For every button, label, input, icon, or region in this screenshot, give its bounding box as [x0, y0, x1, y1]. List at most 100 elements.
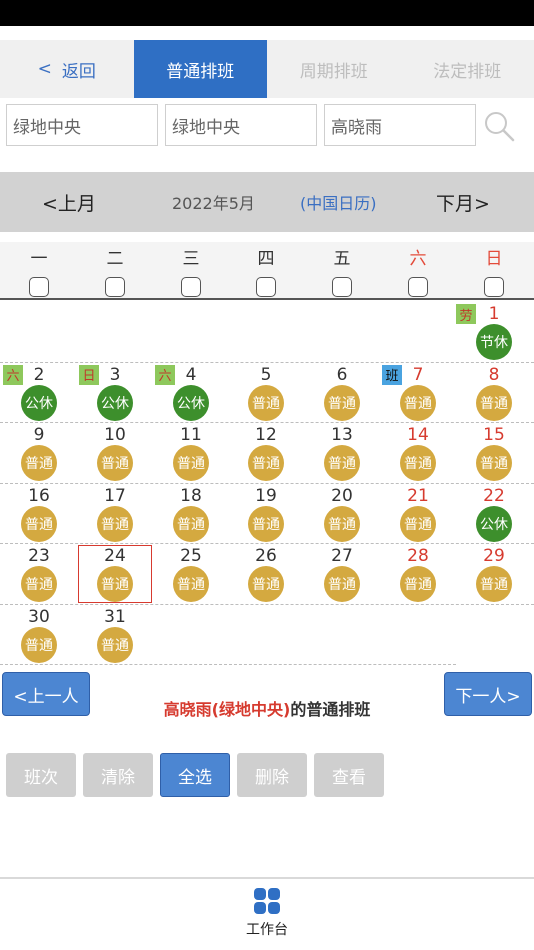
- calendar-day[interactable]: 1 劳节休: [456, 302, 532, 362]
- shift-badge[interactable]: 普通: [173, 566, 209, 602]
- calendar-day[interactable]: 8 普通: [456, 363, 532, 423]
- day-number: 31: [104, 606, 126, 627]
- weekday-checkbox[interactable]: [332, 277, 352, 297]
- shift-badge[interactable]: 普通: [21, 505, 57, 542]
- shift-badge[interactable]: 普通: [400, 505, 436, 542]
- calendar-day[interactable]: 21 普通: [380, 484, 456, 544]
- calendar-day[interactable]: 17 普通: [77, 484, 153, 544]
- day-tag: 六: [3, 364, 23, 385]
- workbench-tab-label[interactable]: 工作台: [0, 919, 534, 939]
- day-number: 10: [104, 425, 126, 445]
- weekday-checkbox[interactable]: [408, 277, 428, 297]
- tab-normal-schedule[interactable]: 普通排班: [133, 40, 267, 98]
- shift-badge[interactable]: 普通: [248, 445, 284, 481]
- calendar-day[interactable]: 15 普通: [456, 423, 532, 483]
- day-tag: 劳: [456, 304, 476, 324]
- clear-button[interactable]: 清除: [83, 753, 153, 797]
- project-select[interactable]: 绿地中央: [6, 104, 158, 146]
- calendar-grid: 1 劳节休 2 六公休 3 日公休 4 六公休 5 普通 6 普通 7 班普通 8 普通 9 普通 10 普通 11 普通…: [0, 302, 534, 665]
- calendar-day[interactable]: 19 普通: [228, 484, 304, 544]
- shift-badge[interactable]: 普通: [21, 626, 57, 663]
- shift-button[interactable]: 班次: [6, 753, 76, 797]
- shift-badge[interactable]: 普通: [324, 445, 360, 481]
- calendar-day[interactable]: 5 普通: [228, 363, 304, 423]
- shift-badge[interactable]: 普通: [400, 384, 436, 421]
- calendar-day[interactable]: 23 普通: [1, 544, 77, 604]
- calendar-day[interactable]: 4 六公休: [153, 363, 229, 423]
- back-button[interactable]: < 返回: [0, 40, 134, 98]
- tab-cycle-schedule[interactable]: 周期排班: [267, 40, 401, 98]
- calendar-type-link[interactable]: (中国日历): [300, 190, 377, 214]
- delete-button[interactable]: 删除: [237, 753, 307, 797]
- weekday-checkbox[interactable]: [29, 277, 49, 297]
- shift-badge[interactable]: 普通: [248, 505, 284, 542]
- shift-badge[interactable]: 普通: [400, 566, 436, 602]
- shift-badge[interactable]: 节休: [476, 324, 512, 360]
- shift-badge[interactable]: 普通: [476, 566, 512, 602]
- calendar-day[interactable]: 3 日公休: [77, 363, 153, 423]
- calendar-day[interactable]: 22 公休: [456, 484, 532, 544]
- grid-apps-icon[interactable]: [253, 887, 281, 915]
- weekday-checkbox[interactable]: [484, 277, 504, 297]
- shift-badge[interactable]: 普通: [248, 566, 284, 602]
- calendar-day[interactable]: 25 普通: [153, 544, 229, 604]
- shift-badge[interactable]: 普通: [21, 445, 57, 481]
- day-tag: 日: [79, 364, 99, 385]
- shift-badge[interactable]: 公休: [173, 384, 209, 421]
- calendar-day[interactable]: 30 普通: [1, 605, 77, 665]
- shift-badge[interactable]: 普通: [324, 566, 360, 602]
- prev-month-button[interactable]: <上月: [42, 189, 96, 216]
- person-select[interactable]: 高晓雨: [324, 104, 476, 146]
- chevron-left-icon: <: [37, 59, 52, 79]
- day-number: 22: [483, 485, 505, 506]
- day-number: 12: [255, 425, 277, 445]
- calendar-day[interactable]: 27 普通: [304, 544, 380, 604]
- shift-badge[interactable]: 普通: [173, 505, 209, 542]
- view-button[interactable]: 查看: [314, 753, 384, 797]
- calendar-day[interactable]: 29 普通: [456, 544, 532, 604]
- calendar-day[interactable]: 12 普通: [228, 423, 304, 483]
- calendar-day[interactable]: 26 普通: [228, 544, 304, 604]
- shift-badge[interactable]: 公休: [476, 505, 512, 542]
- weekday-checkbox[interactable]: [256, 277, 276, 297]
- day-number: 27: [331, 546, 353, 566]
- next-person-button[interactable]: 下一人>: [444, 672, 532, 716]
- calendar-day[interactable]: 9 普通: [1, 423, 77, 483]
- calendar-day[interactable]: 20 普通: [304, 484, 380, 544]
- calendar-day[interactable]: 13 普通: [304, 423, 380, 483]
- shift-badge[interactable]: 普通: [476, 384, 512, 421]
- shift-badge[interactable]: 普通: [97, 505, 133, 542]
- calendar-day[interactable]: 31 普通: [77, 605, 153, 665]
- shift-badge[interactable]: 普通: [21, 566, 57, 602]
- weekday-checkbox[interactable]: [105, 277, 125, 297]
- site-select[interactable]: 绿地中央: [165, 104, 317, 146]
- calendar-day[interactable]: 7 班普通: [380, 363, 456, 423]
- calendar-day[interactable]: 18 普通: [153, 484, 229, 544]
- shift-badge[interactable]: 普通: [97, 445, 133, 481]
- calendar-day[interactable]: 24 普通: [77, 544, 153, 604]
- shift-badge[interactable]: 公休: [97, 384, 133, 421]
- shift-badge[interactable]: 普通: [97, 566, 133, 602]
- day-number: 15: [483, 425, 505, 445]
- shift-badge[interactable]: 普通: [324, 505, 360, 542]
- shift-badge[interactable]: 普通: [97, 626, 133, 663]
- weekday-checkbox[interactable]: [181, 277, 201, 297]
- day-number: 8: [488, 364, 500, 385]
- calendar-day[interactable]: 16 普通: [1, 484, 77, 544]
- calendar-day[interactable]: 11 普通: [153, 423, 229, 483]
- calendar-day[interactable]: 14 普通: [380, 423, 456, 483]
- shift-badge[interactable]: 公休: [21, 384, 57, 421]
- shift-badge[interactable]: 普通: [324, 384, 360, 421]
- calendar-day[interactable]: 6 普通: [304, 363, 380, 423]
- search-icon[interactable]: [483, 110, 515, 142]
- calendar-day[interactable]: 2 六公休: [1, 363, 77, 423]
- tab-legal-schedule[interactable]: 法定排班: [401, 40, 534, 98]
- shift-badge[interactable]: 普通: [248, 384, 284, 421]
- calendar-day[interactable]: 10 普通: [77, 423, 153, 483]
- calendar-day[interactable]: 28 普通: [380, 544, 456, 604]
- select-all-button[interactable]: 全选: [160, 753, 230, 797]
- next-month-button[interactable]: 下月>: [436, 189, 490, 216]
- shift-badge[interactable]: 普通: [400, 445, 436, 481]
- shift-badge[interactable]: 普通: [476, 445, 512, 481]
- shift-badge[interactable]: 普通: [173, 445, 209, 481]
